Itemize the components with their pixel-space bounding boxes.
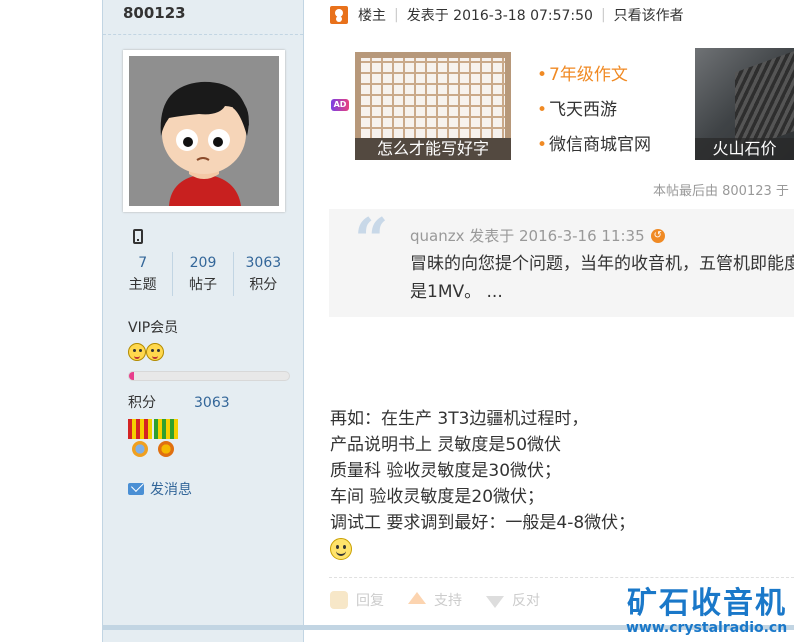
- smiley-icon: [128, 343, 146, 361]
- avatar[interactable]: [123, 50, 285, 212]
- reply-button[interactable]: 回复: [330, 590, 384, 610]
- stat-value[interactable]: 7: [113, 252, 172, 274]
- quote-meta: quanzx 发表于 2016-3-16 11:35 ↺: [410, 225, 665, 246]
- ad-link-label[interactable]: 微信商城官网: [549, 128, 651, 163]
- last-edit-note: 本帖最后由 800123 于: [653, 184, 789, 199]
- ad-link[interactable]: • 微信商城官网: [537, 128, 651, 163]
- points-value: 3063: [194, 395, 230, 411]
- author-username[interactable]: 800123: [123, 4, 186, 22]
- oppose-button[interactable]: 反对: [486, 590, 540, 610]
- support-label[interactable]: 支持: [434, 590, 462, 610]
- divider: [103, 34, 303, 35]
- copybook-image: [361, 58, 505, 138]
- send-message-label[interactable]: 发消息: [150, 479, 192, 499]
- smile-emoji-icon: [330, 538, 352, 560]
- stat-value[interactable]: 3063: [234, 252, 293, 274]
- post-line: 再如：在生产 3T3边疆机过程时，: [330, 409, 589, 429]
- author-sidebar: 800123 7 主题 209 帖子 3063 积分 VIP会员 积分 3063…: [102, 0, 304, 642]
- stat-label: 帖子: [188, 277, 217, 293]
- watermark-url: www.crystalradio.cn: [626, 620, 788, 636]
- ad-image-handwriting[interactable]: 怎么才能写好字: [355, 52, 511, 160]
- mail-icon: [128, 483, 144, 495]
- avatar-image[interactable]: [129, 56, 279, 206]
- ad-image-stone[interactable]: 火山石价: [695, 48, 794, 160]
- separator: |: [600, 7, 606, 23]
- level-progress-bar: [128, 371, 290, 381]
- quote-block: “ quanzx 发表于 2016-3-16 11:35 ↺ 冒昧的向您提个问题…: [329, 209, 794, 317]
- post-line: 调试工 要求调到最好：一般是4-8微伏；: [330, 513, 636, 533]
- medals: [128, 419, 178, 461]
- thread-owner-icon: [330, 6, 348, 24]
- stat-label: 主题: [128, 277, 157, 293]
- reply-label[interactable]: 回复: [356, 590, 384, 610]
- post-time: 发表于 2016-3-18 07:57:50: [406, 8, 593, 24]
- medal-icon[interactable]: [154, 419, 178, 461]
- smiley-icon: [146, 343, 164, 361]
- level-stars: [128, 343, 164, 361]
- user-stats: 7 主题 209 帖子 3063 积分: [113, 252, 293, 296]
- floor-label: 楼主: [358, 8, 386, 24]
- watermark-logo: 矿石收音机: [627, 586, 787, 621]
- points-label: 积分: [128, 395, 156, 411]
- send-message-link[interactable]: 发消息: [128, 479, 192, 499]
- mobile-icon: [133, 229, 143, 244]
- separator: |: [394, 7, 399, 23]
- post-line: 产品说明书上 灵敏度是50微伏: [330, 435, 562, 455]
- jump-back-icon[interactable]: ↺: [650, 228, 665, 243]
- post-body: 再如：在生产 3T3边疆机过程时， 产品说明书上 灵敏度是50微伏 质量科 验收…: [330, 406, 635, 536]
- ad-link-label[interactable]: 7年级作文: [549, 58, 628, 93]
- stat-threads[interactable]: 7 主题: [113, 252, 172, 296]
- oppose-label[interactable]: 反对: [512, 590, 540, 610]
- support-button[interactable]: 支持: [408, 590, 462, 610]
- ad-badge: AD: [331, 99, 349, 111]
- medal-icon[interactable]: [128, 419, 152, 461]
- stat-label: 积分: [249, 277, 278, 293]
- stat-posts[interactable]: 209 帖子: [172, 252, 232, 296]
- post-actions: 回复 支持 反对: [330, 590, 540, 610]
- stone-image: [735, 48, 794, 153]
- points-row: 积分 3063: [128, 392, 230, 412]
- ad-caption[interactable]: 火山石价: [695, 138, 794, 160]
- ad-link-label[interactable]: 飞天西游: [549, 93, 617, 128]
- ad-link[interactable]: • 飞天西游: [537, 93, 651, 128]
- stat-points[interactable]: 3063 积分: [232, 252, 293, 296]
- reply-icon: [330, 591, 348, 609]
- post-line: 质量科 验收灵敏度是30微伏；: [330, 461, 562, 481]
- level-progress-fill: [129, 372, 134, 380]
- quote-author-time: quanzx 发表于 2016-3-16 11:35: [410, 227, 645, 245]
- thumb-up-icon: [408, 592, 426, 604]
- stat-value[interactable]: 209: [173, 252, 232, 274]
- user-group[interactable]: VIP会员: [128, 317, 178, 337]
- quote-text: 冒昧的向您提个问题，当年的收音机，五管机即能度也是1MV。 ...: [410, 254, 794, 302]
- thumb-down-icon: [486, 596, 504, 608]
- post-header: 楼主 | 发表于 2016-3-18 07:57:50 | 只看该作者: [330, 4, 684, 26]
- author-only-link[interactable]: 只看该作者: [614, 5, 684, 25]
- ad-link-list: • 7年级作文 • 飞天西游 • 微信商城官网: [537, 58, 651, 163]
- quote-mark-icon: “: [354, 209, 389, 276]
- post-line: 车间 验收灵敏度是20微伏；: [330, 487, 545, 507]
- ad-link[interactable]: • 7年级作文: [537, 58, 651, 93]
- ad-caption[interactable]: 怎么才能写好字: [355, 138, 511, 160]
